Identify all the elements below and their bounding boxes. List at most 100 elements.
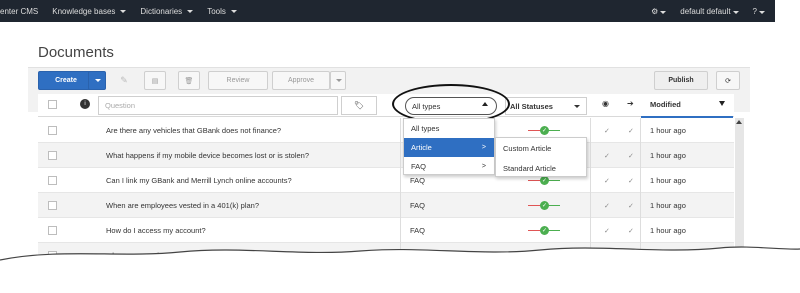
create-button[interactable]: Create: [38, 71, 94, 90]
chevron-down-icon: [187, 9, 194, 13]
nav-dictionaries[interactable]: Dictionaries: [140, 6, 194, 16]
modified-column-header[interactable]: Modified: [650, 100, 681, 109]
chevron-right-icon: >: [481, 163, 486, 170]
arrow-circle-icon[interactable]: ➔: [627, 99, 634, 108]
top-navigation-bar: enter CMS Knowledge bases Dictionaries T…: [0, 0, 775, 22]
tag-icon: 🏷: [353, 101, 365, 110]
table-row[interactable]: Can I link my GBank and Merrill Lynch on…: [38, 168, 734, 193]
submenu-item-label: Custom Article: [503, 143, 552, 153]
row-question[interactable]: Can I link my GBank and Merrill Lynch on…: [106, 168, 292, 193]
approve-dropdown-button[interactable]: [330, 71, 346, 90]
status-filter-dropdown[interactable]: All Statuses: [505, 97, 587, 115]
table-header-row: i Question 🏷 ◉ ➔: [38, 94, 734, 117]
table-row[interactable]: Are there any vehicles that GBank does n…: [38, 118, 734, 143]
page-title: Documents: [38, 44, 114, 61]
delete-button[interactable]: 🗑: [178, 71, 200, 90]
row-modified: 1 hour ago: [650, 151, 686, 160]
trash-icon: 🗑: [184, 77, 194, 85]
select-all-checkbox-cell[interactable]: [48, 100, 57, 109]
info-icon: i: [80, 99, 90, 109]
review-button-label: Review: [226, 77, 250, 84]
row-question[interactable]: When are employees vested in a 401(k) pl…: [106, 193, 259, 218]
approve-button-label: Approve: [287, 77, 315, 84]
check-icon: ✓: [604, 127, 610, 135]
sort-desc-icon[interactable]: [719, 101, 725, 106]
check-icon: ✓: [540, 126, 549, 135]
row-question[interactable]: Are there any vehicles that GBank does n…: [106, 118, 281, 143]
nav-tools-label: Tools: [207, 6, 226, 16]
create-button-label: Create: [55, 77, 77, 84]
menu-item-article[interactable]: Article >: [404, 138, 494, 157]
document-icon: ▤: [151, 77, 159, 85]
submenu-item-standard-article[interactable]: Standard Article: [496, 158, 586, 178]
document-button[interactable]: ▤: [144, 71, 166, 90]
row-checkbox[interactable]: [48, 201, 57, 210]
app-name[interactable]: enter CMS: [0, 7, 38, 16]
publish-button-label: Publish: [668, 77, 694, 84]
menu-item-label: Article: [411, 143, 432, 152]
row-modified: 1 hour ago: [650, 201, 686, 210]
chevron-down-icon: [230, 9, 237, 13]
pencil-icon[interactable]: ✎: [114, 71, 134, 90]
torn-page-edge: [0, 246, 800, 293]
approve-button[interactable]: Approve: [272, 71, 330, 90]
check-icon: ✓: [628, 177, 634, 185]
table-row[interactable]: What happens if my mobile device becomes…: [38, 143, 734, 168]
check-icon: ✓: [540, 201, 549, 210]
row-modified: 1 hour ago: [650, 126, 686, 135]
select-all-checkbox[interactable]: [48, 100, 57, 109]
check-icon: ✓: [628, 152, 634, 160]
chevron-down-icon: [574, 104, 580, 108]
chevron-down-icon: [120, 9, 127, 13]
check-icon: ✓: [540, 226, 549, 235]
article-submenu: Custom Article Standard Article: [495, 137, 587, 177]
nav-tools[interactable]: Tools: [207, 7, 237, 16]
nav-dictionaries-label: Dictionaries: [140, 6, 183, 16]
row-checkbox[interactable]: [48, 176, 57, 185]
scroll-up-icon[interactable]: [736, 120, 742, 124]
topbar-right: ⚙ default default ?: [651, 0, 765, 22]
status-filter-label: All Statuses: [510, 101, 553, 111]
check-icon: ✓: [604, 177, 610, 185]
submenu-item-label: Standard Article: [503, 163, 556, 173]
check-icon: ✓: [628, 127, 634, 135]
nav-knowledge-bases[interactable]: Knowledge bases: [52, 6, 127, 16]
table-row[interactable]: When are employees vested in a 401(k) pl…: [38, 193, 734, 218]
row-modified: 1 hour ago: [650, 176, 686, 185]
row-checkbox[interactable]: [48, 226, 57, 235]
type-filter-menu: All types Article > FAQ >: [403, 118, 495, 175]
row-type: FAQ: [410, 201, 426, 210]
menu-item-all-types[interactable]: All types: [404, 119, 494, 138]
publish-button[interactable]: Publish: [654, 71, 708, 90]
globe-icon[interactable]: ◉: [602, 99, 609, 108]
chevron-down-icon: [336, 79, 342, 82]
check-icon: ✓: [604, 152, 610, 160]
question-placeholder: Question: [105, 101, 136, 110]
user-menu[interactable]: default default: [680, 6, 739, 16]
chevron-up-icon: [482, 102, 488, 106]
tag-filter-button[interactable]: 🏷: [341, 96, 377, 115]
menu-item-faq[interactable]: FAQ >: [404, 157, 494, 176]
refresh-button[interactable]: ⟳: [716, 71, 740, 90]
help-icon[interactable]: ?: [753, 7, 765, 16]
refresh-icon: ⟳: [725, 77, 731, 85]
question-filter-input[interactable]: Question: [98, 96, 338, 115]
review-button[interactable]: Review: [208, 71, 268, 90]
chevron-down-icon: [732, 10, 739, 14]
user-name: default default: [680, 6, 731, 16]
menu-item-label: FAQ: [411, 162, 427, 171]
row-question[interactable]: What happens if my mobile device becomes…: [106, 143, 309, 168]
chevron-right-icon: >: [481, 144, 486, 151]
type-filter-label: All types: [412, 101, 441, 111]
nav-knowledge-bases-label: Knowledge bases: [52, 6, 116, 16]
create-dropdown-button[interactable]: [88, 71, 106, 90]
menu-item-label: All types: [411, 124, 440, 133]
gear-icon[interactable]: ⚙: [651, 7, 667, 16]
chevron-down-icon: [95, 79, 101, 82]
submenu-item-custom-article[interactable]: Custom Article: [496, 138, 586, 158]
row-checkbox[interactable]: [48, 151, 57, 160]
type-filter-dropdown[interactable]: All types: [405, 97, 497, 115]
check-icon: ✓: [604, 202, 610, 210]
row-checkbox[interactable]: [48, 126, 57, 135]
check-icon: ✓: [628, 202, 634, 210]
